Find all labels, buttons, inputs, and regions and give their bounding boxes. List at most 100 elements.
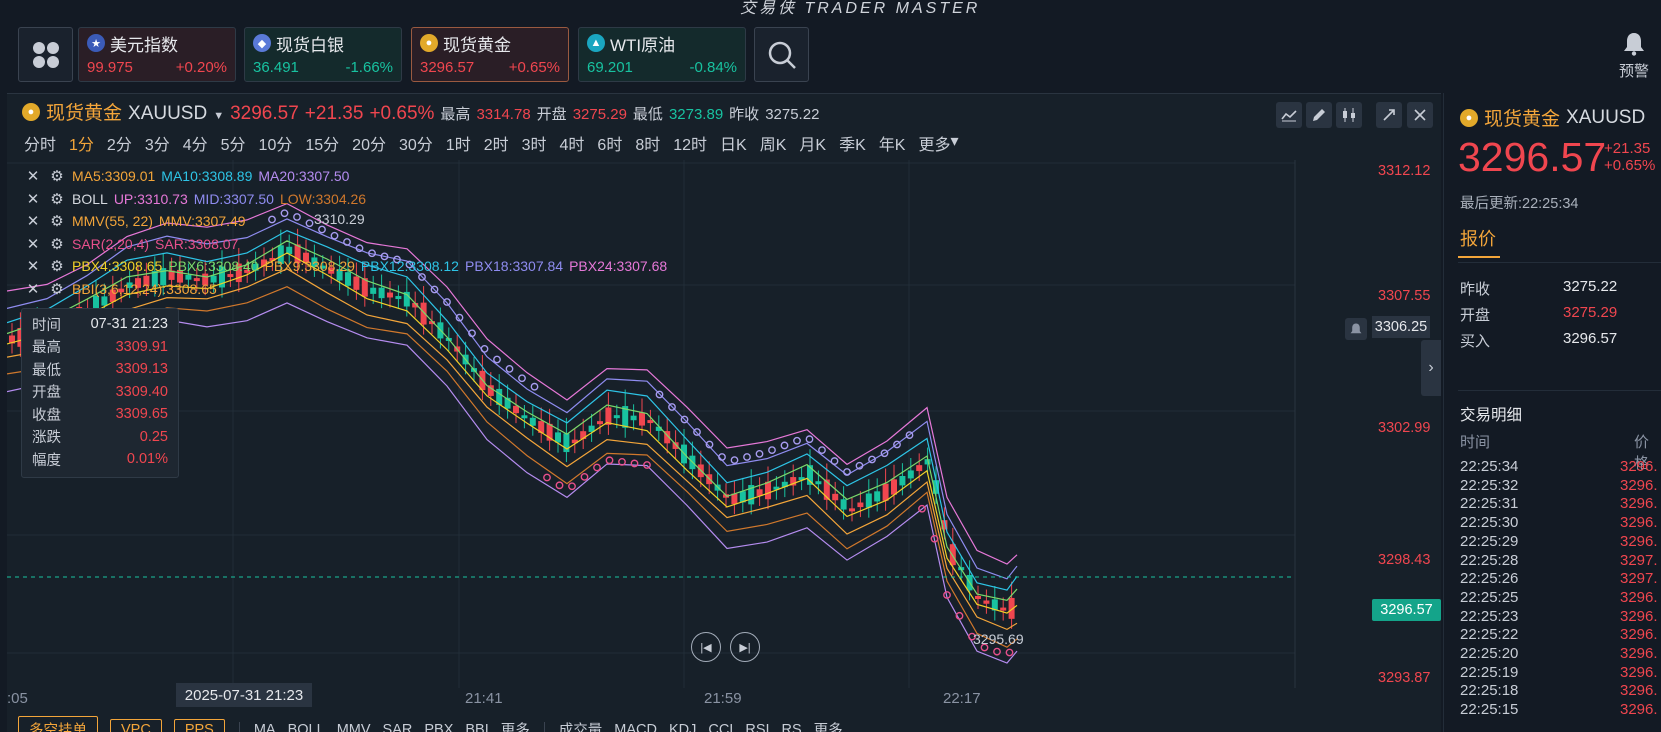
sar-dot [593, 463, 601, 472]
tab-quote[interactable]: 报价 [1460, 225, 1496, 251]
main_indicators-5[interactable]: BBI [465, 722, 488, 732]
sub_indicators-6[interactable]: 更多 [814, 719, 843, 732]
main_indicators-4[interactable]: PBX [424, 722, 453, 732]
main_indicators-6[interactable]: 更多 [501, 719, 530, 732]
timeframe-10[interactable]: 1时 [446, 131, 471, 155]
quote-row: 买入 3296.57 [1460, 330, 1640, 351]
alert-button[interactable]: 预警 [1614, 32, 1654, 81]
main_indicators-1[interactable]: BOLL [288, 722, 325, 732]
prev-bar-button[interactable]: |◀ [691, 632, 721, 662]
sar-dot [755, 449, 764, 458]
timeframe-2[interactable]: 2分 [107, 131, 132, 155]
sub_indicators-1[interactable]: MACD [614, 722, 657, 732]
menu-button[interactable] [18, 27, 73, 82]
search-button[interactable] [754, 27, 809, 82]
gear-icon[interactable]: ⚙ [48, 212, 66, 230]
close-icon[interactable]: ✕ [24, 212, 42, 230]
symbol-name[interactable]: 现货黄金 [46, 98, 122, 125]
timeframe-15[interactable]: 8时 [635, 131, 660, 155]
indicator-value: SAR(2,20,4) [72, 235, 150, 252]
rp-price: 3296.57 [1458, 134, 1607, 180]
bottom-button-0[interactable]: 多空挂单 [18, 716, 98, 732]
trade-price: 3296. [1620, 645, 1658, 662]
candle-body [672, 442, 679, 449]
gear-icon[interactable]: ⚙ [48, 257, 66, 275]
indicator-value: MMV:3307.49 [158, 213, 246, 229]
timeframe-0[interactable]: 分时 [24, 131, 56, 155]
crosshair-time-tag: 2025-07-31 21:23 [176, 683, 312, 707]
ticker-wti[interactable]: ▲ WTI原油 69.201 -0.84% [578, 27, 746, 82]
next-bar-button[interactable]: ▶| [730, 632, 760, 662]
close-icon[interactable]: ✕ [24, 190, 42, 208]
indicator-tool-button[interactable] [1276, 102, 1302, 128]
candle-type-button[interactable] [1336, 102, 1362, 128]
sub_indicators-5[interactable]: RS [782, 722, 802, 732]
close-icon[interactable]: ✕ [24, 167, 42, 185]
crosshair-value: 3309.13 [115, 361, 168, 378]
symbol-pct: +0.65% [369, 103, 435, 124]
sar-dot [693, 428, 701, 436]
timeframe-16[interactable]: 12时 [673, 131, 707, 155]
draw-tool-button[interactable] [1306, 102, 1332, 128]
timeframe-1[interactable]: 1分 [69, 131, 94, 155]
timeframe-7[interactable]: 15分 [305, 131, 339, 155]
timeframe-21[interactable]: 年K [879, 131, 906, 155]
divider [1458, 390, 1661, 391]
timeframe-11[interactable]: 2时 [484, 131, 509, 155]
timeframe-17[interactable]: 日K [720, 131, 747, 155]
trade-price: 3296. [1620, 607, 1658, 625]
caret-down-icon[interactable]: ▼ [213, 110, 224, 122]
sub_indicators-2[interactable]: KDJ [669, 722, 696, 732]
candle-body [521, 415, 528, 419]
timeframe-3[interactable]: 3分 [145, 131, 170, 155]
bottom-button-2[interactable]: PPS [173, 718, 225, 732]
timeframe-22[interactable]: 更多 [918, 131, 950, 155]
candle-body [849, 508, 855, 512]
close-icon[interactable]: ✕ [24, 235, 42, 253]
timeframe-8[interactable]: 20分 [352, 131, 386, 155]
gear-icon[interactable]: ⚙ [48, 280, 66, 298]
timeframe-18[interactable]: 周K [760, 131, 787, 155]
main_indicators-2[interactable]: MMV [337, 722, 371, 732]
ticker-gold[interactable]: ● 现货黄金 3296.57 +0.65% [411, 27, 569, 82]
sub_indicators-3[interactable]: CCI [708, 722, 733, 732]
timeframe-4[interactable]: 4分 [183, 131, 208, 155]
gear-icon[interactable]: ⚙ [48, 235, 66, 253]
ticker-name: 美元指数 [110, 35, 178, 55]
ticker-price: 3296.57 [420, 59, 475, 76]
price-alert-button[interactable] [1345, 318, 1367, 340]
sub_indicators-4[interactable]: RSI [745, 722, 769, 732]
sar-dot [568, 482, 576, 491]
divider [1458, 262, 1661, 263]
open-value: 3275.29 [572, 106, 627, 123]
prev-close-label: 昨收 [729, 106, 760, 123]
sar-dot [993, 647, 1001, 656]
timeframe-19[interactable]: 月K [799, 131, 826, 155]
timeframe-9[interactable]: 30分 [399, 131, 433, 155]
x-tick-2: 21:41 [465, 690, 503, 707]
pencil-icon [1313, 109, 1325, 121]
alert-label: 预警 [1618, 63, 1649, 80]
expand-button[interactable] [1376, 102, 1402, 128]
collapse-panel-button[interactable]: › [1421, 340, 1441, 396]
timeframe-5[interactable]: 5分 [221, 131, 246, 155]
timeframe-6[interactable]: 10分 [259, 131, 293, 155]
ticker-silver[interactable]: ◆ 现货白银 36.491 -1.66% [244, 27, 402, 82]
grid-menu-icon [32, 41, 59, 68]
timeframe-12[interactable]: 3时 [522, 131, 547, 155]
main_indicators-3[interactable]: SAR [383, 722, 413, 732]
close-icon[interactable]: ✕ [24, 280, 42, 298]
symbol-code[interactable]: XAUUSD [128, 103, 207, 125]
sub_indicators-0[interactable]: 成交量 [559, 719, 603, 732]
timeframe-13[interactable]: 4时 [560, 131, 585, 155]
main_indicators-0[interactable]: MA [254, 722, 276, 732]
timeframe-20[interactable]: 季K [839, 131, 866, 155]
silver-coin-icon: ◆ [253, 34, 271, 52]
close-chart-button[interactable] [1407, 102, 1433, 128]
bottom-button-1[interactable]: VPC [110, 718, 162, 732]
ticker-usd-index[interactable]: ★ 美元指数 99.975 +0.20% [78, 27, 236, 82]
timeframe-14[interactable]: 6时 [597, 131, 622, 155]
gear-icon[interactable]: ⚙ [48, 190, 66, 208]
close-icon[interactable]: ✕ [24, 257, 42, 275]
gear-icon[interactable]: ⚙ [48, 167, 66, 185]
